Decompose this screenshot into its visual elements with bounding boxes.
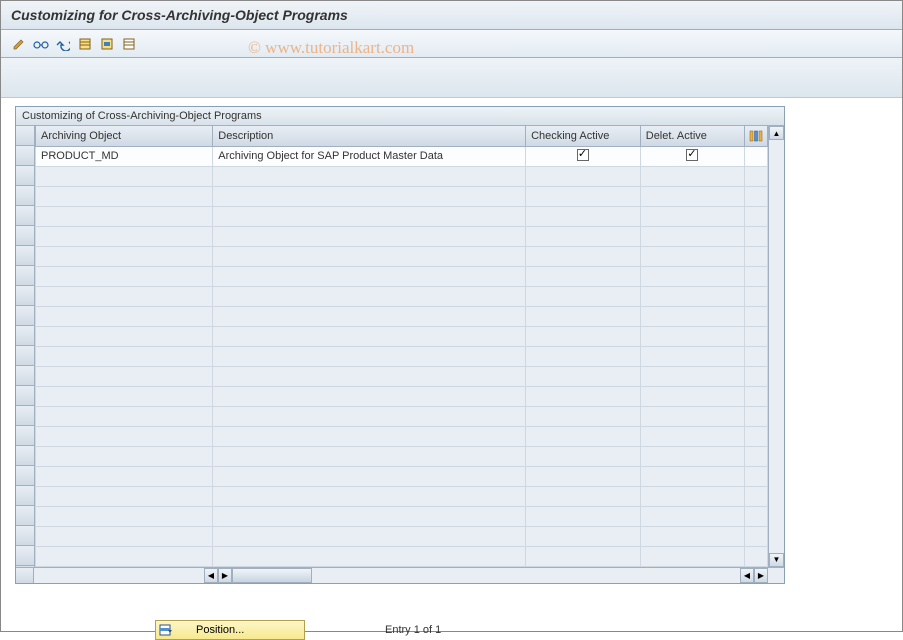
data-table: Archiving Object Description Checking Ac…	[35, 126, 768, 567]
application-toolbar	[1, 30, 902, 58]
row-selector[interactable]	[16, 346, 34, 366]
checkbox-icon[interactable]	[686, 149, 698, 161]
table-title: Customizing of Cross-Archiving-Object Pr…	[16, 107, 784, 126]
row-selector[interactable]	[16, 426, 34, 446]
cell-delet-active[interactable]	[640, 146, 744, 166]
row-selector[interactable]	[16, 446, 34, 466]
select-all-icon[interactable]	[75, 34, 95, 54]
table-row[interactable]	[36, 326, 768, 346]
position-icon	[156, 623, 176, 637]
row-selector[interactable]	[16, 406, 34, 426]
cell-checking-active[interactable]	[526, 146, 641, 166]
scroll-down-icon[interactable]: ▼	[769, 553, 784, 567]
table-row[interactable]	[36, 306, 768, 326]
row-selector[interactable]	[16, 226, 34, 246]
change-icon[interactable]	[9, 34, 29, 54]
table-row[interactable]	[36, 506, 768, 526]
row-selector[interactable]	[16, 486, 34, 506]
row-selector[interactable]	[16, 506, 34, 526]
table-row[interactable]	[36, 266, 768, 286]
col-delet-active[interactable]: Delet. Active	[640, 126, 744, 146]
position-button[interactable]: Position...	[155, 620, 305, 640]
checkbox-icon[interactable]	[577, 149, 589, 161]
table-panel: Customizing of Cross-Archiving-Object Pr…	[15, 106, 785, 584]
cell-archiving-object[interactable]: PRODUCT_MD	[36, 146, 213, 166]
position-button-label: Position...	[176, 624, 304, 636]
horizontal-scrollbar[interactable]: ◀ ▶ ◀ ▶	[16, 567, 784, 583]
row-selector[interactable]	[16, 166, 34, 186]
deselect-icon[interactable]	[119, 34, 139, 54]
table-row[interactable]	[36, 446, 768, 466]
header-spacer	[1, 58, 902, 98]
row-selector-header[interactable]	[16, 126, 34, 146]
row-selector[interactable]	[16, 546, 34, 566]
table-row[interactable]	[36, 466, 768, 486]
scroll-left-icon[interactable]: ◀	[204, 568, 218, 583]
row-selector[interactable]	[16, 206, 34, 226]
row-selector[interactable]	[16, 326, 34, 346]
scroll-right-icon[interactable]: ▶	[218, 568, 232, 583]
undo-icon[interactable]	[53, 34, 73, 54]
row-selector[interactable]	[16, 466, 34, 486]
table-row[interactable]	[36, 246, 768, 266]
row-selector[interactable]	[16, 146, 34, 166]
select-block-icon[interactable]	[97, 34, 117, 54]
row-selector[interactable]	[16, 306, 34, 326]
entry-counter: Entry 1 of 1	[385, 624, 441, 636]
col-checking-active[interactable]: Checking Active	[526, 126, 641, 146]
scroll-right2-icon[interactable]: ▶	[754, 568, 768, 583]
scroll-thumb[interactable]	[232, 568, 312, 583]
table-row[interactable]	[36, 186, 768, 206]
table-row[interactable]	[36, 526, 768, 546]
table-row[interactable]: PRODUCT_MDArchiving Object for SAP Produ…	[36, 146, 768, 166]
table-row[interactable]	[36, 426, 768, 446]
table-row[interactable]	[36, 486, 768, 506]
col-archiving-object[interactable]: Archiving Object	[36, 126, 213, 146]
vertical-scrollbar[interactable]: ▲ ▼	[768, 126, 784, 567]
table-row[interactable]	[36, 406, 768, 426]
table-row[interactable]	[36, 346, 768, 366]
row-selector[interactable]	[16, 286, 34, 306]
table-row[interactable]	[36, 286, 768, 306]
row-selector[interactable]	[16, 386, 34, 406]
cell-spacer	[745, 146, 768, 166]
col-description[interactable]: Description	[213, 126, 526, 146]
scroll-up-icon[interactable]: ▲	[769, 126, 784, 140]
row-selector[interactable]	[16, 246, 34, 266]
table-row[interactable]	[36, 226, 768, 246]
glasses-icon[interactable]	[31, 34, 51, 54]
row-selector[interactable]	[16, 266, 34, 286]
window-title: Customizing for Cross-Archiving-Object P…	[1, 1, 902, 30]
cell-description: Archiving Object for SAP Product Master …	[213, 146, 526, 166]
scroll-left2-icon[interactable]: ◀	[740, 568, 754, 583]
table-config-button[interactable]	[745, 126, 768, 146]
table-row[interactable]	[36, 166, 768, 186]
table-row[interactable]	[36, 546, 768, 566]
table-row[interactable]	[36, 206, 768, 226]
row-selector[interactable]	[16, 526, 34, 546]
row-selector[interactable]	[16, 186, 34, 206]
row-selector[interactable]	[16, 366, 34, 386]
table-row[interactable]	[36, 366, 768, 386]
table-row[interactable]	[36, 386, 768, 406]
